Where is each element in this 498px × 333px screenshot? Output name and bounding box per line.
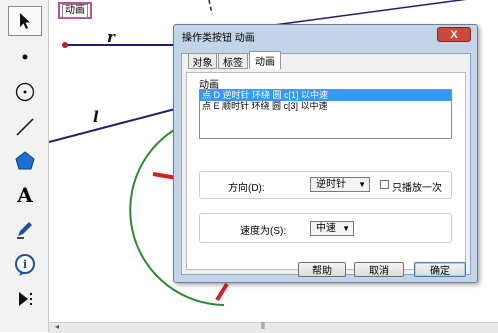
point-icon: [22, 54, 28, 60]
line-label-l: l: [93, 108, 99, 126]
tab-animation[interactable]: 动画: [249, 51, 281, 69]
chevron-down-icon: ▼: [342, 224, 350, 233]
svg-text:i: i: [23, 258, 27, 271]
marker-tool[interactable]: [8, 214, 42, 244]
direction-value: 逆时针: [316, 179, 346, 190]
speed-dropdown[interactable]: 中速 ▼: [310, 221, 354, 236]
animation-tab-content: 动画 点 D 逆时针 环绕 圆 c[1] 以中速 点 E 顺时针 环绕 圆 c[…: [186, 72, 466, 270]
close-button[interactable]: X: [437, 27, 471, 42]
information-tool[interactable]: i: [8, 250, 42, 280]
direction-group: 方向(D): 逆时针 ▼ 只播放一次: [199, 171, 452, 199]
text-icon: A: [17, 183, 33, 207]
horizontal-scrollbar[interactable]: ◂ ⦀: [49, 321, 498, 333]
speed-value: 中速: [316, 223, 336, 234]
help-button[interactable]: 帮助: [298, 262, 346, 277]
scrollbar-grip-icon[interactable]: ⦀: [261, 321, 265, 332]
upper-right-line[interactable]: [273, 0, 498, 26]
compass-tool[interactable]: [8, 77, 42, 107]
straightedge-tool[interactable]: [8, 112, 42, 142]
cancel-button[interactable]: 取消: [354, 262, 404, 277]
circle-icon: [15, 82, 35, 102]
line-l[interactable]: [49, 107, 180, 143]
ok-button-label: 确定: [430, 266, 450, 277]
scrollbar-left-arrow[interactable]: ◂: [55, 322, 59, 331]
tab-label-label: 标签: [223, 57, 243, 69]
segment-endpoint[interactable]: [62, 42, 68, 48]
dialog-panel: 对象 标签 动画 动画 点 D 逆时针 环绕 圆 c[1] 以中速 点 E 顺时…: [181, 51, 471, 275]
direction-dropdown[interactable]: 逆时针 ▼: [310, 177, 370, 192]
tab-animation-label: 动画: [255, 57, 275, 68]
animation-list[interactable]: 点 D 逆时针 环绕 圆 c[1] 以中速 点 E 顺时针 环绕 圆 c[3] …: [199, 89, 452, 139]
arrow-icon: [20, 13, 30, 29]
animate-action-label: 动画: [62, 3, 88, 18]
tool-palette: A i: [0, 0, 49, 332]
speed-group: 速度为(S): 中速 ▼: [199, 213, 452, 243]
info-icon: i: [15, 254, 35, 276]
arrow-select-tool[interactable]: [8, 6, 42, 36]
tab-object[interactable]: 对象: [188, 53, 217, 69]
ok-button[interactable]: 确定: [414, 262, 466, 277]
help-button-label: 帮助: [312, 266, 332, 277]
pencil-icon: [17, 222, 32, 239]
direction-label: 方向(D):: [228, 183, 265, 194]
text-tool[interactable]: A: [8, 180, 42, 210]
tab-label[interactable]: 标签: [218, 53, 248, 69]
properties-dialog: 操作类按钮 动画 X 对象 标签 动画 动画 点 D 逆时针 环绕 圆 c[1]…: [173, 24, 478, 283]
radius-marker-e[interactable]: [215, 282, 229, 302]
play-once-label: 只播放一次: [392, 183, 442, 194]
dashed-line: [208, 0, 213, 15]
cancel-button-label: 取消: [369, 266, 389, 277]
tab-object-label: 对象: [192, 57, 213, 69]
pentagon-icon: [15, 151, 35, 170]
point-tool[interactable]: [8, 42, 42, 72]
speed-label: 速度为(S):: [240, 226, 287, 237]
line-icon: [16, 118, 34, 136]
dialog-titlebar[interactable]: 操作类按钮 动画 X: [174, 25, 477, 45]
animate-action-button[interactable]: 动画: [58, 2, 92, 19]
dialog-title: 操作类按钮 动画: [182, 33, 255, 44]
list-item[interactable]: 点 E 顺时针 环绕 圆 c[3] 以中速: [200, 101, 451, 112]
polygon-tool[interactable]: [8, 146, 42, 176]
chevron-down-icon: ▼: [358, 180, 366, 189]
play-once-checkbox[interactable]: [380, 180, 389, 189]
segment-label-r: r: [107, 28, 116, 46]
close-icon: X: [450, 28, 458, 41]
list-item[interactable]: 点 D 逆时针 环绕 圆 c[1] 以中速: [200, 90, 451, 101]
custom-tool[interactable]: [8, 284, 42, 314]
play-more-icon: [19, 292, 32, 306]
